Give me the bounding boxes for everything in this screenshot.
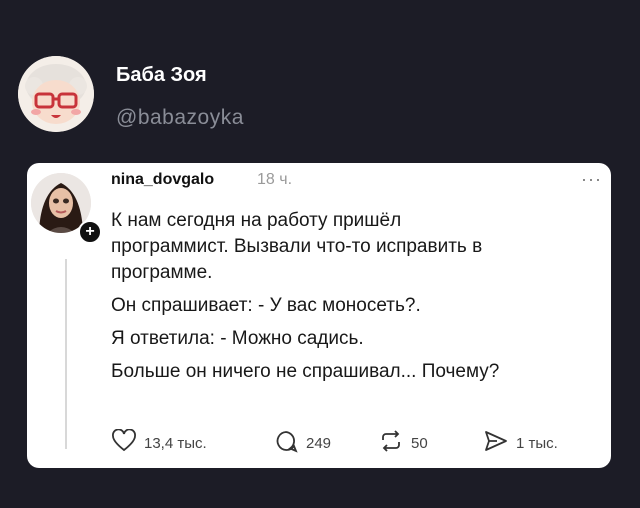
follow-plus-icon[interactable]: +: [78, 220, 102, 244]
comment-button[interactable]: 249: [273, 428, 331, 458]
comment-icon: [273, 429, 306, 457]
post-line: программист. Вызвали что-то исправить в: [111, 236, 483, 257]
heart-icon: [111, 428, 144, 457]
post-text: К нам сегодня на работу пришёл программи…: [111, 208, 611, 392]
embedded-post-card: + nina_dovgalo 18 ч. ··· К нам сегодня н…: [27, 163, 611, 468]
grandma-avatar-icon[interactable]: [18, 56, 94, 132]
author-name[interactable]: Баба Зоя: [116, 64, 207, 87]
author-handle[interactable]: @babazoyka: [116, 106, 244, 130]
send-icon: [483, 429, 516, 457]
post-line: Я ответила: - Можно садись.: [111, 328, 364, 349]
share-button[interactable]: 1 тыс.: [483, 428, 558, 458]
post-actions: 13,4 тыс. 249 50 1 тыс.: [111, 428, 601, 458]
post-line: Он спрашивает: - У вас моносеть?.: [111, 295, 421, 316]
post-line: Больше он ничего не спрашивал... Почему?: [111, 361, 500, 382]
post-line: К нам сегодня на работу пришёл: [111, 210, 402, 231]
repost-button[interactable]: 50: [378, 428, 428, 458]
comment-count: 249: [306, 434, 332, 452]
post-time: 18 ч.: [257, 171, 293, 188]
share-count: 1 тыс.: [516, 434, 558, 452]
author-header: Баба Зоя @babazoyka: [18, 56, 618, 136]
repost-count: 50: [411, 434, 428, 452]
repost-icon: [378, 429, 411, 457]
like-button[interactable]: 13,4 тыс.: [111, 428, 207, 458]
more-dots-icon[interactable]: ···: [581, 169, 602, 190]
post-username[interactable]: nina_dovgalo: [111, 171, 214, 189]
thread-line: [65, 259, 67, 449]
post-line: программе.: [111, 262, 213, 283]
like-count: 13,4 тыс.: [144, 434, 207, 452]
